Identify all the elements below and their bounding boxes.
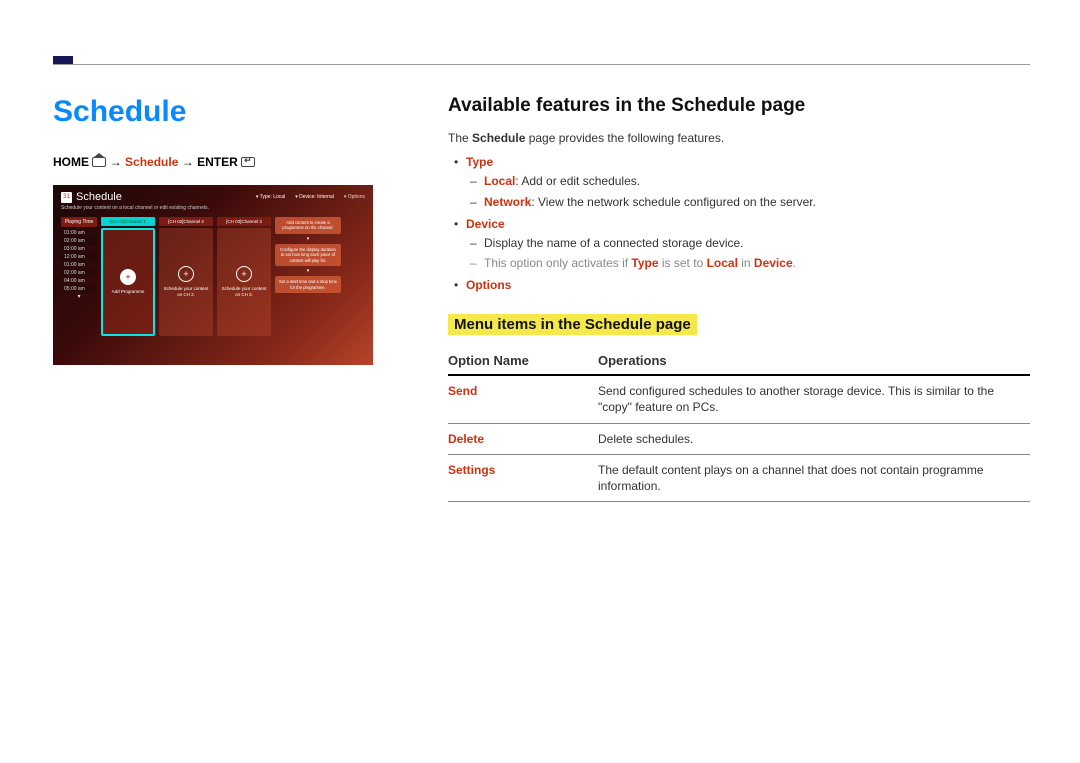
feature-options: Options (448, 278, 1030, 292)
chevron-down-icon: ▾ (61, 293, 97, 300)
left-column: Schedule HOME → Schedule → ENTER 31 Sche… (53, 95, 373, 733)
dl2-b2: Local (707, 256, 738, 270)
network-bold: Network (484, 195, 531, 209)
section-heading: Available features in the Schedule page (448, 95, 1030, 117)
row-ops: Send configured schedules to another sto… (598, 375, 1030, 423)
feature-type-network: Network: View the network schedule confi… (466, 194, 1030, 211)
page-accent-bar (53, 56, 73, 64)
ss-channel-1: [CH 01]Channel 1 + Add Programme (101, 217, 155, 336)
breadcrumb-home: HOME (53, 155, 89, 169)
breadcrumb-arrow: → (110, 155, 125, 169)
page-title: Schedule (53, 95, 373, 129)
ss-time-row: 01:00 am (61, 229, 97, 237)
ss-time-row: 04:00 am (61, 277, 97, 285)
ss-card: + Schedule your content on CH 2. (159, 228, 213, 336)
chevron-down-icon: ▾ (275, 236, 341, 242)
col-operations: Operations (598, 349, 1030, 375)
breadcrumb-arrow: → (182, 155, 197, 169)
row-ops: The default content plays on a channel t… (598, 454, 1030, 501)
feature-device-sub: Display the name of a connected storage … (466, 235, 1030, 273)
ss-tip: Add content to create a programme on the… (275, 217, 341, 234)
ss-card: + Schedule your content on CH 3. (217, 228, 271, 336)
intro-bold: Schedule (472, 131, 525, 145)
ss-subtitle: Schedule your content on a local channel… (61, 205, 365, 211)
ss-time-row: 05:00 am (61, 285, 97, 293)
col-option-name: Option Name (448, 349, 598, 375)
chevron-down-icon: ▾ (275, 268, 341, 274)
dl2-pre: This option only activates if (484, 256, 631, 270)
ss-time-row: 01:00 am (61, 261, 97, 269)
feature-device: Device Display the name of a connected s… (448, 217, 1030, 273)
feature-type-label: Type (466, 155, 493, 169)
ss-title: Schedule (76, 191, 122, 203)
feature-type-sub: Local: Add or edit schedules. Network: V… (466, 173, 1030, 211)
breadcrumb-schedule: Schedule (125, 155, 178, 169)
feature-options-label: Options (466, 278, 511, 292)
ss-card: + Add Programme (101, 228, 155, 336)
ss-card-label: Add Programme (112, 289, 145, 295)
ss-card-label: Schedule your content on CH 2. (163, 286, 209, 298)
table-row: Send Send configured schedules to anothe… (448, 375, 1030, 423)
row-name: Send (448, 375, 598, 423)
feature-type: Type Local: Add or edit schedules. Netwo… (448, 155, 1030, 211)
ss-options: Options (344, 194, 365, 200)
row-ops: Delete schedules. (598, 423, 1030, 454)
ss-card-label: Schedule your content on CH 3. (221, 286, 267, 298)
dl2-mid2: in (738, 256, 754, 270)
ss-channel-3: [CH 03]Channel 3 + Schedule your content… (217, 217, 271, 336)
schedule-screenshot: 31 Schedule Type: Local Device: Internal… (53, 185, 373, 365)
feature-device-line1: Display the name of a connected storage … (466, 235, 1030, 252)
dl2-b1: Type (631, 256, 658, 270)
plus-icon: + (120, 269, 136, 285)
ss-top-options: Type: Local Device: Internal Options (256, 194, 365, 200)
ss-title-group: 31 Schedule (61, 191, 122, 203)
ss-time-row: 03:00 am (61, 245, 97, 253)
ss-device-option: Device: Internal (295, 194, 334, 200)
dl2-b3: Device (754, 256, 793, 270)
menu-table: Option Name Operations Send Send configu… (448, 349, 1030, 502)
calendar-icon: 31 (61, 192, 72, 203)
ss-body: Playing Time 01:00 am 02:00 am 03:00 am … (61, 217, 365, 336)
table-row: Settings The default content plays on a … (448, 454, 1030, 501)
network-text: : View the network schedule configured o… (531, 195, 816, 209)
breadcrumb: HOME → Schedule → ENTER (53, 155, 373, 169)
ss-tip: Configure the display duration to set ho… (275, 244, 341, 266)
subsection-heading: Menu items in the Schedule page (448, 314, 697, 335)
ss-time-head: Playing Time (61, 217, 97, 227)
local-text: : Add or edit schedules. (515, 174, 640, 188)
right-column: Available features in the Schedule page … (448, 95, 1030, 733)
ss-col-head: [CH 01]Channel 1 (101, 217, 155, 226)
feature-device-label: Device (466, 217, 505, 231)
intro-text: The Schedule page provides the following… (448, 131, 1030, 145)
row-name: Delete (448, 423, 598, 454)
ss-type-option: Type: Local (256, 194, 285, 200)
dl2-post: . (793, 256, 796, 270)
ss-header: 31 Schedule Type: Local Device: Internal… (61, 191, 365, 203)
row-name: Settings (448, 454, 598, 501)
ss-tip: Set a start time and a stop time for the… (275, 276, 341, 293)
table-row: Delete Delete schedules. (448, 423, 1030, 454)
dl2-mid: is set to (659, 256, 707, 270)
plus-icon: + (236, 266, 252, 282)
feature-type-local: Local: Add or edit schedules. (466, 173, 1030, 190)
local-bold: Local (484, 174, 515, 188)
ss-tips: Add content to create a programme on the… (275, 217, 341, 336)
ss-time-column: Playing Time 01:00 am 02:00 am 03:00 am … (61, 217, 97, 336)
ss-col-head: [CH 02]Channel 2 (159, 217, 213, 226)
breadcrumb-enter: ENTER (197, 155, 238, 169)
intro-pre: The (448, 131, 472, 145)
ss-col-head: [CH 03]Channel 3 (217, 217, 271, 226)
enter-icon (241, 157, 255, 167)
feature-device-line2: This option only activates if Type is se… (466, 255, 1030, 272)
ss-channel-2: [CH 02]Channel 2 + Schedule your content… (159, 217, 213, 336)
plus-icon: + (178, 266, 194, 282)
intro-post: page provides the following features. (525, 131, 724, 145)
ss-time-row: 02:00 am (61, 237, 97, 245)
page-content: Schedule HOME → Schedule → ENTER 31 Sche… (53, 95, 1030, 733)
ss-time-row: 12:00 am (61, 253, 97, 261)
page-top-rule (53, 64, 1030, 65)
home-icon (92, 157, 106, 167)
feature-list: Type Local: Add or edit schedules. Netwo… (448, 155, 1030, 292)
ss-time-row: 02:00 am (61, 269, 97, 277)
